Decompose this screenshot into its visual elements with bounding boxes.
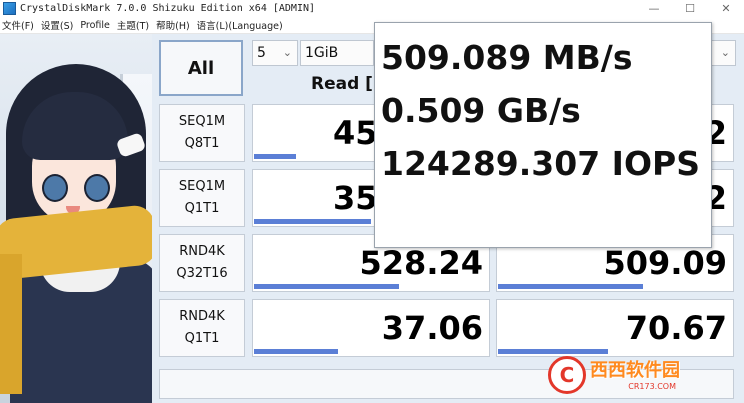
run-all-button[interactable]: All xyxy=(159,40,243,96)
read-value: 528.24 xyxy=(359,244,483,282)
test-button-seq1m-q8t1[interactable]: SEQ1M Q8T1 xyxy=(159,104,245,162)
write-result-cell: 70.67 xyxy=(496,299,734,357)
tooltip-iops: 124289.307 IOPS xyxy=(381,144,700,183)
test-name: SEQ1M xyxy=(178,114,226,129)
watermark-title: 西西软件园 xyxy=(590,359,680,381)
result-tooltip: 509.089 MB/s 0.509 GB/s 124289.307 IOPS xyxy=(374,22,712,248)
watermark-logo-icon: C xyxy=(548,356,586,394)
menu-theme[interactable]: 主题(T) xyxy=(117,18,149,32)
read-progress-bar xyxy=(254,154,296,159)
site-watermark: C 西西软件园 CR173.COM xyxy=(548,354,724,396)
close-button[interactable]: ✕ xyxy=(708,0,744,17)
tooltip-mbps: 509.089 MB/s xyxy=(381,38,633,77)
test-params: Q1T1 xyxy=(184,201,220,216)
character-left-eye xyxy=(42,174,68,202)
test-name: RND4K xyxy=(179,244,225,259)
watermark-text: 西西软件园 CR173.COM xyxy=(590,360,680,391)
app-icon xyxy=(3,2,16,15)
test-params: Q32T16 xyxy=(176,266,228,281)
tooltip-gbps: 0.509 GB/s xyxy=(381,91,581,130)
character-right-eye xyxy=(84,174,110,202)
test-count-value: 5 xyxy=(257,45,266,61)
test-name: SEQ1M xyxy=(178,179,226,194)
read-result-cell: 37.06 xyxy=(252,299,490,357)
read-column-header: Read [ xyxy=(311,74,373,94)
scarf-tail xyxy=(0,254,22,394)
minimize-button[interactable]: — xyxy=(636,0,672,17)
test-button-rnd4k-q32t16[interactable]: RND4K Q32T16 xyxy=(159,234,245,292)
drive-select[interactable]: ⌄ xyxy=(712,40,736,66)
test-params: Q1T1 xyxy=(184,331,220,346)
write-value: 70.67 xyxy=(625,309,727,347)
read-progress-bar xyxy=(254,284,399,289)
test-button-rnd4k-q1t1[interactable]: RND4K Q1T1 xyxy=(159,299,245,357)
test-button-seq1m-q1t1[interactable]: SEQ1M Q1T1 xyxy=(159,169,245,227)
test-count-select[interactable]: 5 ⌄ xyxy=(252,40,298,66)
chevron-down-icon: ⌄ xyxy=(282,46,292,59)
test-name: RND4K xyxy=(179,309,225,324)
menu-settings[interactable]: 设置(S) xyxy=(41,18,73,32)
test-size-value: 1GiB xyxy=(305,45,339,61)
menu-language[interactable]: 语言(L)(Language) xyxy=(197,18,283,32)
menu-profile[interactable]: Profile xyxy=(80,20,110,31)
maximize-button[interactable]: ☐ xyxy=(672,0,708,17)
read-value: 35 xyxy=(333,179,378,217)
chevron-down-icon: ⌄ xyxy=(720,46,730,59)
character-artwork xyxy=(0,34,152,403)
write-value: 509.09 xyxy=(603,244,727,282)
write-progress-bar xyxy=(498,284,643,289)
read-progress-bar xyxy=(254,349,338,354)
title-bar: CrystalDiskMark 7.0.0 Shizuku Edition x6… xyxy=(0,0,744,17)
window-title: CrystalDiskMark 7.0.0 Shizuku Edition x6… xyxy=(20,3,316,14)
menu-help[interactable]: 帮助(H) xyxy=(156,18,190,32)
window-controls: — ☐ ✕ xyxy=(636,0,744,17)
menu-file[interactable]: 文件(F) xyxy=(2,18,34,32)
read-value: 45 xyxy=(333,114,378,152)
test-size-select[interactable]: 1GiB xyxy=(300,40,374,66)
read-progress-bar xyxy=(254,219,371,224)
read-value: 37.06 xyxy=(381,309,483,347)
watermark-url: CR173.COM xyxy=(628,381,676,391)
test-params: Q8T1 xyxy=(184,136,220,151)
